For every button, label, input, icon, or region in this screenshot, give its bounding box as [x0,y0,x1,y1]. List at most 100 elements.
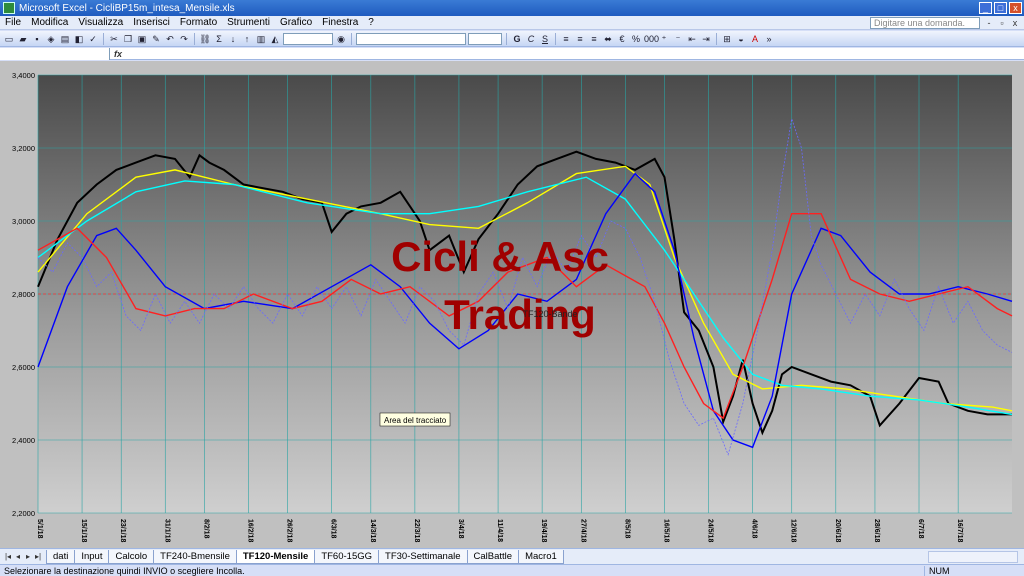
print-icon[interactable]: ▤ [59,33,71,45]
fx-icon[interactable]: fx [110,49,126,59]
tab-input[interactable]: Input [74,549,110,564]
bold-icon[interactable]: G [511,33,523,45]
doc-restore-button[interactable]: ▫ [997,18,1007,28]
close-button[interactable]: x [1009,2,1022,14]
increase-indent-icon[interactable]: ⇥ [700,33,712,45]
tab-tf60-15gg[interactable]: TF60-15GG [314,549,380,564]
font-size-combo[interactable] [468,32,502,45]
status-message: Selezionare la destinazione quindi INVIO… [4,565,245,576]
x-tick-label: 6/3/18 [330,519,337,539]
x-tick-label: 16/7/18 [956,519,963,542]
toolbar-separator [103,32,104,45]
window-controls: _ □ x [979,2,1022,14]
borders-icon[interactable]: ⊞ [721,33,733,45]
align-right-icon[interactable]: ≡ [588,33,600,45]
y-tick-label: 3,2000 [12,144,35,153]
open-icon[interactable]: ▰ [17,33,29,45]
menu-help[interactable]: ? [363,17,379,28]
sort-desc-icon[interactable]: ↑ [241,33,253,45]
x-tick-label: 20/6/18 [834,519,841,542]
tab-nav: |◂ ◂ ▸ ▸| [4,552,42,561]
x-tick-label: 22/3/18 [413,519,420,542]
new-icon[interactable]: ▭ [3,33,15,45]
title-bar: Microsoft Excel - CicliBP15m_intesa_Mens… [0,0,1024,16]
y-tick-label: 2,2000 [12,509,35,518]
toolbar-separator [194,32,195,45]
tab-macro1[interactable]: Macro1 [518,549,564,564]
chart-svg[interactable]: 2,2000 2,4000 2,6000 2,8000 3,0000 3,2000 3,40… [0,61,1024,548]
print-preview-icon[interactable]: ◧ [73,33,85,45]
toolbar-separator [555,32,556,45]
num-lock-indicator: NUM [924,565,984,576]
prev-sheet-icon[interactable]: ◂ [14,552,22,561]
italic-icon[interactable]: C [525,33,537,45]
tab-tf120-mensile[interactable]: TF120-Mensile [235,549,316,564]
watermark-line1: Cicli & Asc [391,233,609,280]
y-tick-label: 3,4000 [12,71,35,80]
format-painter-icon[interactable]: ✎ [150,33,162,45]
x-tick-label: 27/4/18 [579,519,586,542]
menu-inserisci[interactable]: Inserisci [128,17,175,28]
align-center-icon[interactable]: ≡ [574,33,586,45]
redo-icon[interactable]: ↷ [178,33,190,45]
font-color-icon[interactable]: A [749,33,761,45]
y-tick-label: 2,6000 [12,363,35,372]
menu-modifica[interactable]: Modifica [26,17,73,28]
cut-icon[interactable]: ✂ [108,33,120,45]
last-sheet-icon[interactable]: ▸| [34,552,42,561]
sort-asc-icon[interactable]: ↓ [227,33,239,45]
tab-dati[interactable]: dati [46,549,76,564]
chart-sheet[interactable]: 2,2000 2,4000 2,6000 2,8000 3,0000 3,2000 3,40… [0,61,1024,548]
spelling-icon[interactable]: ✓ [87,33,99,45]
decrease-decimal-icon[interactable]: ⁻ [672,33,684,45]
tab-calbattle[interactable]: CalBattle [466,549,520,564]
permission-icon[interactable]: ◈ [45,33,57,45]
menu-finestra[interactable]: Finestra [317,17,363,28]
tab-tf240-bmensile[interactable]: TF240-Bmensile [153,549,237,564]
menu-grafico[interactable]: Grafico [275,17,317,28]
copy-icon[interactable]: ❐ [122,33,134,45]
x-tick-label: 6/7/18 [917,519,924,539]
zoom-combo[interactable] [283,32,333,45]
name-box[interactable] [0,47,110,60]
menu-strumenti[interactable]: Strumenti [222,17,275,28]
drawing-icon[interactable]: ◭ [269,33,281,45]
menu-visualizza[interactable]: Visualizza [73,17,128,28]
doc-close-button[interactable]: x [1010,18,1020,28]
toolbar-options-icon[interactable]: » [763,33,775,45]
decrease-indent-icon[interactable]: ⇤ [686,33,698,45]
help-icon[interactable]: ◉ [335,33,347,45]
tab-calcolo[interactable]: Calcolo [108,549,155,564]
undo-icon[interactable]: ↶ [164,33,176,45]
increase-decimal-icon[interactable]: ⁺ [658,33,670,45]
minimize-button[interactable]: _ [979,2,992,14]
hyperlink-icon[interactable]: ⛓ [199,33,211,45]
maximize-button[interactable]: □ [994,2,1007,14]
save-icon[interactable]: ▪ [31,33,43,45]
menu-file[interactable]: File [0,17,26,28]
merge-center-icon[interactable]: ⬌ [602,33,614,45]
next-sheet-icon[interactable]: ▸ [24,552,32,561]
doc-minimize-button[interactable]: - [984,18,994,28]
currency-icon[interactable]: € [616,33,628,45]
first-sheet-icon[interactable]: |◂ [4,552,12,561]
fill-color-icon[interactable]: ◒ [735,33,747,45]
tab-tf30-settimanale[interactable]: TF30-Settimanale [378,549,468,564]
chart-wizard-icon[interactable]: ▥ [255,33,267,45]
underline-icon[interactable]: S [539,33,551,45]
x-tick-label: 14/3/18 [369,519,376,542]
x-tick-label: 23/1/18 [119,519,126,542]
x-tick-label: 15/1/18 [80,519,87,542]
x-tick-label: 28/6/18 [873,519,880,542]
horizontal-scrollbar[interactable] [928,550,1018,563]
percent-icon[interactable]: % [630,33,642,45]
align-left-icon[interactable]: ≡ [560,33,572,45]
paste-icon[interactable]: ▣ [136,33,148,45]
autosum-icon[interactable]: Σ [213,33,225,45]
font-name-combo[interactable] [356,32,466,45]
y-tick-label: 3,0000 [12,217,35,226]
menu-formato[interactable]: Formato [175,17,222,28]
thousands-icon[interactable]: 000 [644,33,659,45]
help-search-input[interactable]: Digitare una domanda. [870,16,980,29]
excel-app-icon[interactable] [3,2,15,14]
